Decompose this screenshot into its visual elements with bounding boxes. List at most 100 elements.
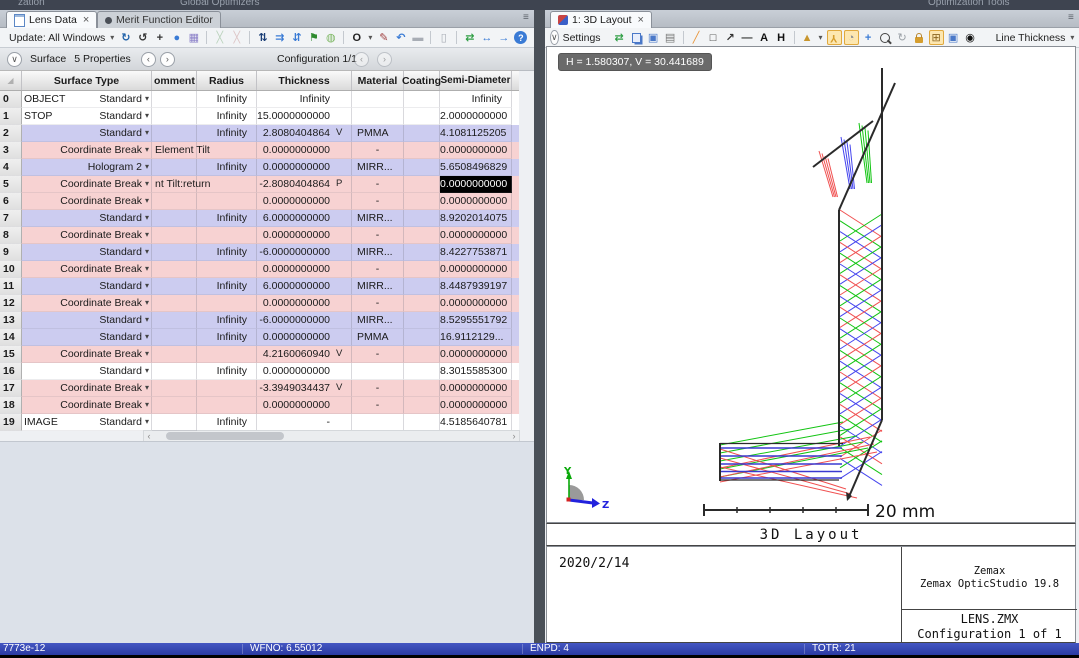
- global-coords-icon[interactable]: ◍: [323, 30, 338, 45]
- radius-cell[interactable]: [197, 227, 257, 244]
- coating-cell[interactable]: [404, 125, 440, 142]
- semi-diameter-cell[interactable]: 0.0000000000: [440, 193, 512, 210]
- row-number[interactable]: 10: [0, 261, 22, 278]
- material-cell[interactable]: MIRR...: [352, 312, 404, 329]
- comment-cell[interactable]: [152, 159, 197, 176]
- update-all-windows-button[interactable]: Update: All Windows: [9, 32, 105, 44]
- radius-cell[interactable]: Infinity: [197, 414, 257, 431]
- thickness-cell[interactable]: 0.0000000000: [257, 159, 332, 176]
- coating-cell[interactable]: [404, 329, 440, 346]
- material-cell[interactable]: -: [352, 346, 404, 363]
- material-cell[interactable]: MIRR...: [352, 210, 404, 227]
- surface-type-cell[interactable]: Coordinate Break▾: [22, 176, 152, 193]
- image-export-icon[interactable]: ▦: [186, 30, 201, 45]
- refresh-icon[interactable]: ⇄: [612, 30, 627, 45]
- surface-type-dropdown-icon[interactable]: ▾: [145, 397, 149, 413]
- semi-diameter-cell[interactable]: 16.9112129...: [440, 329, 512, 346]
- tab-3d-layout[interactable]: 1: 3D Layout ×: [550, 11, 652, 28]
- stop-flag-icon[interactable]: ⚑: [306, 30, 321, 45]
- comment-cell[interactable]: [152, 210, 197, 227]
- material-cell[interactable]: -: [352, 227, 404, 244]
- layers-icon[interactable]: ▣: [946, 30, 961, 45]
- semi-diameter-cell[interactable]: 8.5295551792: [440, 312, 512, 329]
- semi-diameter-cell[interactable]: 8.4487939197: [440, 278, 512, 295]
- semi-diameter-cell[interactable]: 0.0000000000: [440, 176, 512, 193]
- thickness-cell[interactable]: 0.0000000000: [257, 193, 332, 210]
- surface-type-dropdown-icon[interactable]: ▾: [145, 278, 149, 294]
- surface-type-dropdown-icon[interactable]: ▾: [145, 295, 149, 311]
- thickness-cell[interactable]: 0.0000000000: [257, 329, 332, 346]
- surface-type-dropdown-icon[interactable]: ▾: [145, 346, 149, 362]
- fit-width-icon[interactable]: ↔: [479, 30, 494, 45]
- surface-type-dropdown-icon[interactable]: ▾: [145, 312, 149, 328]
- comment-cell[interactable]: [152, 397, 197, 414]
- surface-type-cell[interactable]: Standard▾: [22, 329, 152, 346]
- column-header[interactable]: omment: [152, 71, 197, 90]
- row-number[interactable]: 19: [0, 414, 22, 431]
- radius-cell[interactable]: Infinity: [197, 91, 257, 108]
- crosshair-icon[interactable]: +: [152, 30, 167, 45]
- surface-type-cell[interactable]: Standard▾: [22, 312, 152, 329]
- radius-cell[interactable]: [197, 397, 257, 414]
- scrollbar-thumb[interactable]: [166, 432, 284, 440]
- surface-type-cell[interactable]: Coordinate Break▾: [22, 346, 152, 363]
- surface-type-dropdown-icon[interactable]: ▾: [145, 414, 149, 430]
- surface-type-dropdown-icon[interactable]: ▾: [145, 329, 149, 345]
- radius-cell[interactable]: Infinity: [197, 329, 257, 346]
- column-header[interactable]: ◢: [0, 71, 22, 90]
- help-icon[interactable]: ?: [514, 31, 527, 44]
- column-header[interactable]: Thickness: [257, 71, 352, 90]
- comment-cell[interactable]: [152, 278, 197, 295]
- surface-type-dropdown-icon[interactable]: ▾: [145, 125, 149, 141]
- thickness-cell[interactable]: -2.8080404864: [257, 176, 332, 193]
- radius-cell[interactable]: [197, 193, 257, 210]
- surface-type-dropdown-icon[interactable]: ▾: [145, 227, 149, 243]
- radius-cell[interactable]: Infinity: [197, 278, 257, 295]
- surface-type-cell[interactable]: Coordinate Break▾: [22, 142, 152, 159]
- zoom-icon[interactable]: [878, 30, 893, 45]
- surface-type-cell[interactable]: Standard▾: [22, 210, 152, 227]
- row-number[interactable]: 8: [0, 227, 22, 244]
- globe-icon[interactable]: ●: [169, 30, 184, 45]
- comment-cell[interactable]: [152, 125, 197, 142]
- chevron-down-icon[interactable]: ▾: [1070, 33, 1074, 42]
- surface-type-dropdown-icon[interactable]: ▾: [145, 159, 149, 175]
- column-header[interactable]: Coating: [404, 71, 440, 90]
- column-header[interactable]: Semi-Diameter: [440, 71, 512, 90]
- material-cell[interactable]: [352, 108, 404, 125]
- update-refresh-icon[interactable]: ↻: [118, 30, 133, 45]
- surface-type-cell[interactable]: Coordinate Break▾: [22, 261, 152, 278]
- settings-chevron-icon[interactable]: ∨: [550, 30, 559, 45]
- thickness-cell[interactable]: 0.0000000000: [257, 227, 332, 244]
- material-cell[interactable]: -: [352, 380, 404, 397]
- semi-diameter-cell[interactable]: 0.0000000000: [440, 346, 512, 363]
- semi-diameter-cell[interactable]: 0.0000000000: [440, 261, 512, 278]
- coating-cell[interactable]: [404, 295, 440, 312]
- surface-type-cell[interactable]: STOPStandard▾: [22, 108, 152, 125]
- quick-adjust-icon[interactable]: ✎: [376, 30, 391, 45]
- semi-diameter-cell[interactable]: 0.0000000000: [440, 397, 512, 414]
- row-number[interactable]: 14: [0, 329, 22, 346]
- material-cell[interactable]: -: [352, 193, 404, 210]
- radius-cell[interactable]: Infinity: [197, 210, 257, 227]
- fit-window-icon[interactable]: ⊞: [929, 30, 944, 45]
- thickness-cell[interactable]: 0.0000000000: [257, 397, 332, 414]
- surface-type-dropdown-icon[interactable]: ▾: [145, 380, 149, 396]
- thickness-cell[interactable]: -6.0000000000: [257, 312, 332, 329]
- next-config-icon[interactable]: ›: [377, 52, 392, 67]
- text-annotate-icon[interactable]: A: [757, 30, 772, 45]
- row-number[interactable]: 3: [0, 142, 22, 159]
- coating-cell[interactable]: [404, 193, 440, 210]
- radius-cell[interactable]: Infinity: [197, 159, 257, 176]
- material-cell[interactable]: PMMA: [352, 125, 404, 142]
- comment-cell[interactable]: Element Tilt: [152, 142, 197, 159]
- comment-cell[interactable]: [152, 312, 197, 329]
- pencil-annotate-icon[interactable]: ╱: [689, 30, 704, 45]
- print-icon[interactable]: ▤: [663, 30, 678, 45]
- comment-cell[interactable]: [152, 329, 197, 346]
- coating-cell[interactable]: [404, 414, 440, 431]
- settings-button[interactable]: Settings: [563, 32, 601, 44]
- row-number[interactable]: 6: [0, 193, 22, 210]
- row-number[interactable]: 0: [0, 91, 22, 108]
- row-number[interactable]: 4: [0, 159, 22, 176]
